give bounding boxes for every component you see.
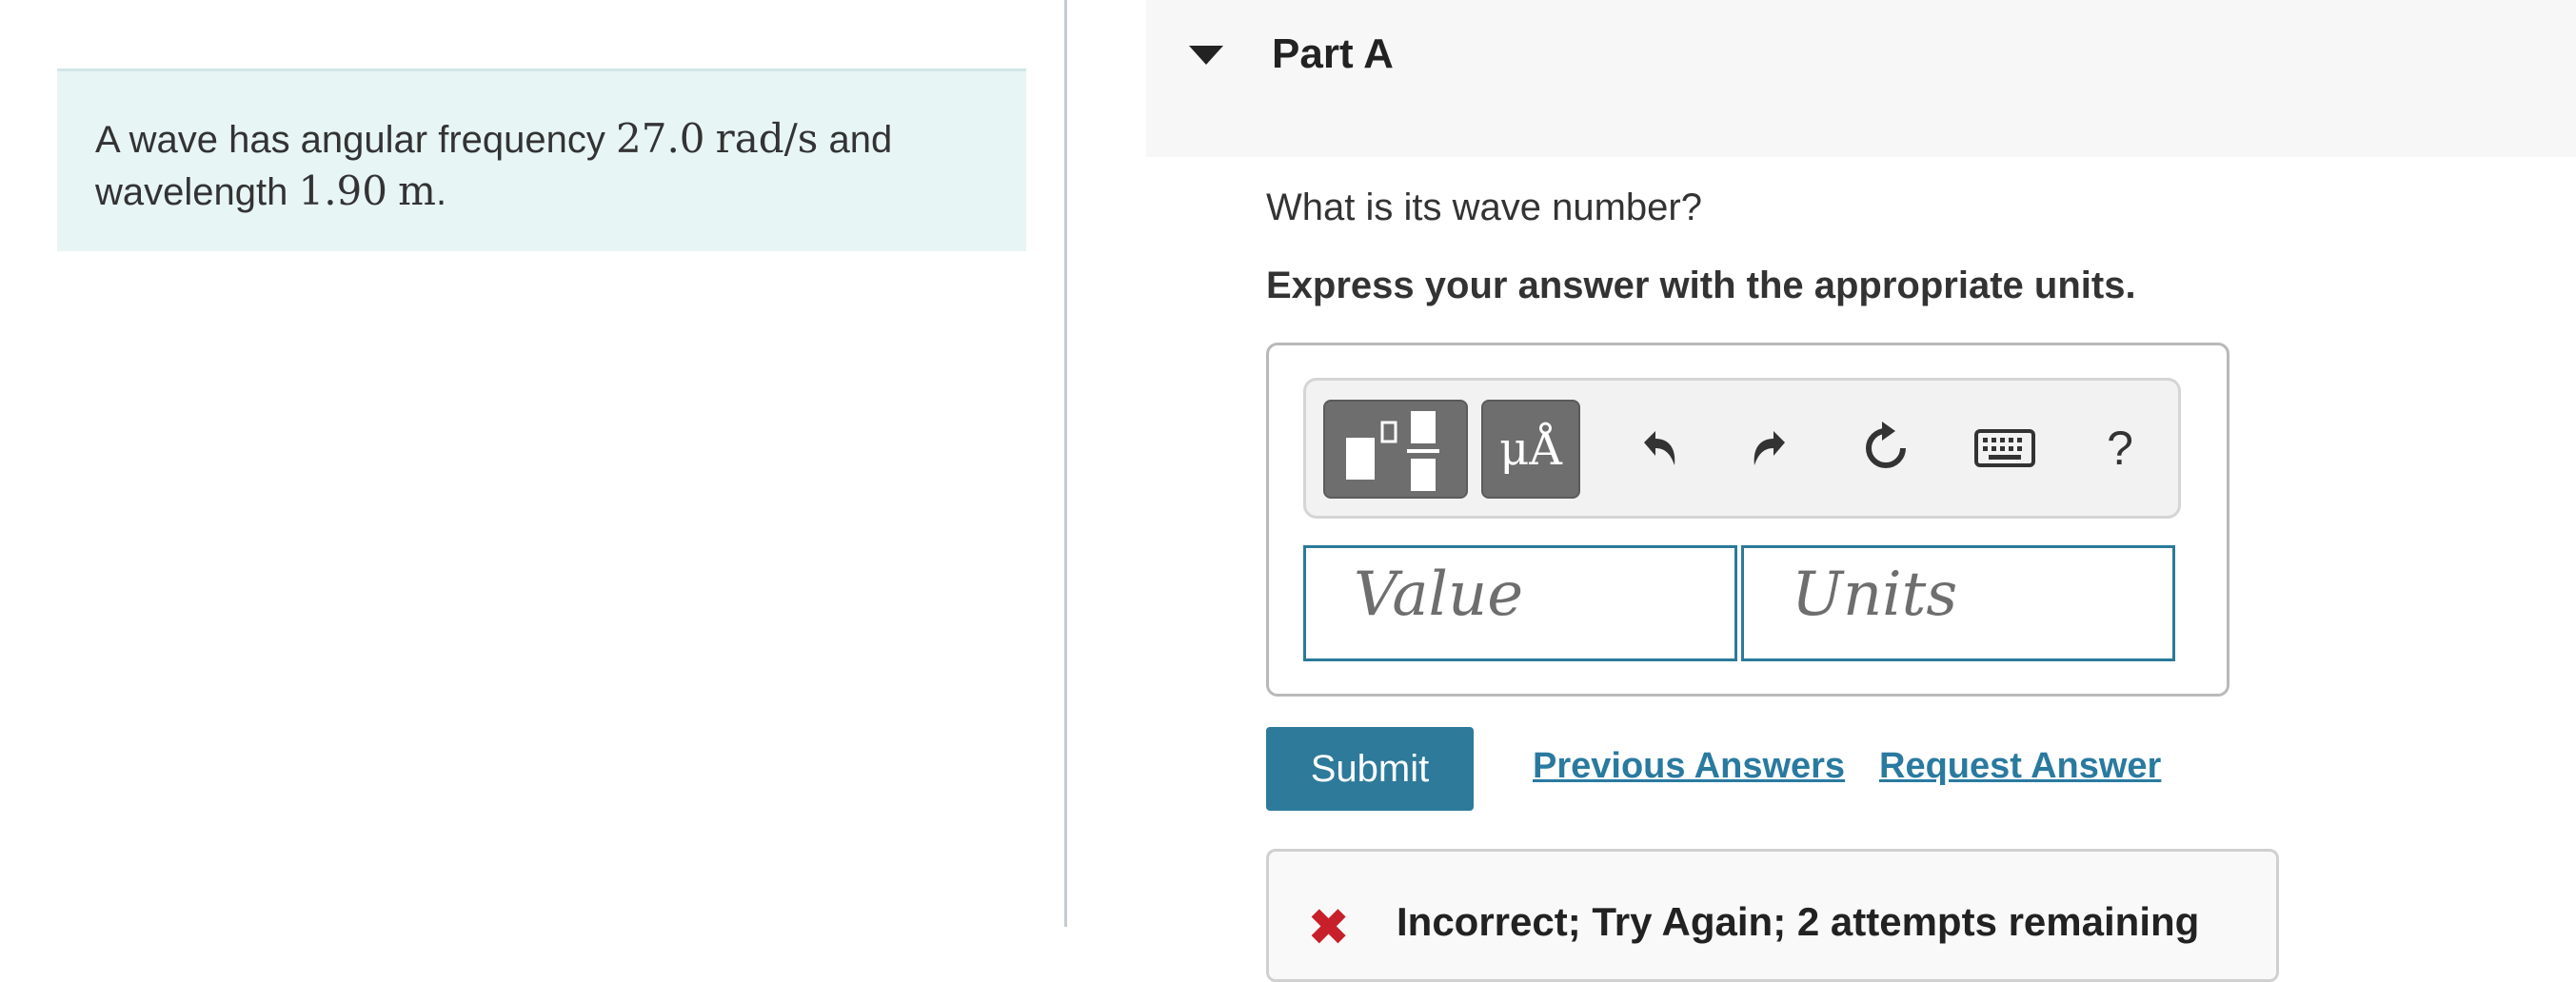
collapse-caret-icon[interactable] bbox=[1189, 46, 1223, 65]
help-button[interactable]: ? bbox=[2087, 415, 2153, 481]
panel-divider bbox=[1064, 0, 1067, 927]
templates-button[interactable] bbox=[1323, 400, 1468, 499]
wavelength-value: 1.90 bbox=[298, 167, 387, 214]
part-title: Part A bbox=[1272, 30, 1394, 77]
part-header[interactable]: Part A bbox=[1146, 0, 2576, 157]
units-button[interactable]: μÅ bbox=[1481, 400, 1580, 499]
previous-answers-link[interactable]: Previous Answers bbox=[1533, 746, 1845, 787]
undo-icon[interactable] bbox=[1624, 415, 1691, 481]
question-text: What is its wave number? bbox=[1266, 187, 1702, 228]
angular-frequency-value: 27.0 bbox=[616, 115, 705, 162]
feedback-message: Incorrect; Try Again; 2 attempts remaini… bbox=[1397, 899, 2200, 944]
problem-statement: A wave has angular frequency 27.0 rad/s … bbox=[57, 69, 1026, 251]
keyboard-icon[interactable] bbox=[1967, 415, 2043, 481]
fraction-template-icon bbox=[1346, 411, 1439, 491]
feedback-box: ✖ Incorrect; Try Again; 2 attempts remai… bbox=[1266, 849, 2279, 982]
submit-button[interactable]: Submit bbox=[1266, 727, 1474, 811]
request-answer-link[interactable]: Request Answer bbox=[1879, 746, 2161, 787]
wavelength-unit: m bbox=[398, 167, 436, 214]
angular-frequency-unit: rad/s bbox=[715, 115, 819, 162]
value-input[interactable]: Value bbox=[1303, 545, 1737, 661]
problem-panel: A wave has angular frequency 27.0 rad/s … bbox=[0, 0, 1064, 927]
instruction-text: Express your answer with the appropriate… bbox=[1266, 265, 2136, 306]
redo-icon[interactable] bbox=[1738, 415, 1805, 481]
reset-icon[interactable] bbox=[1853, 415, 1919, 481]
answer-box: μÅ ? Value Units bbox=[1266, 343, 2229, 697]
units-input[interactable]: Units bbox=[1741, 545, 2175, 661]
incorrect-x-icon: ✖ bbox=[1307, 899, 1351, 956]
math-toolbar: μÅ ? bbox=[1303, 378, 2181, 519]
